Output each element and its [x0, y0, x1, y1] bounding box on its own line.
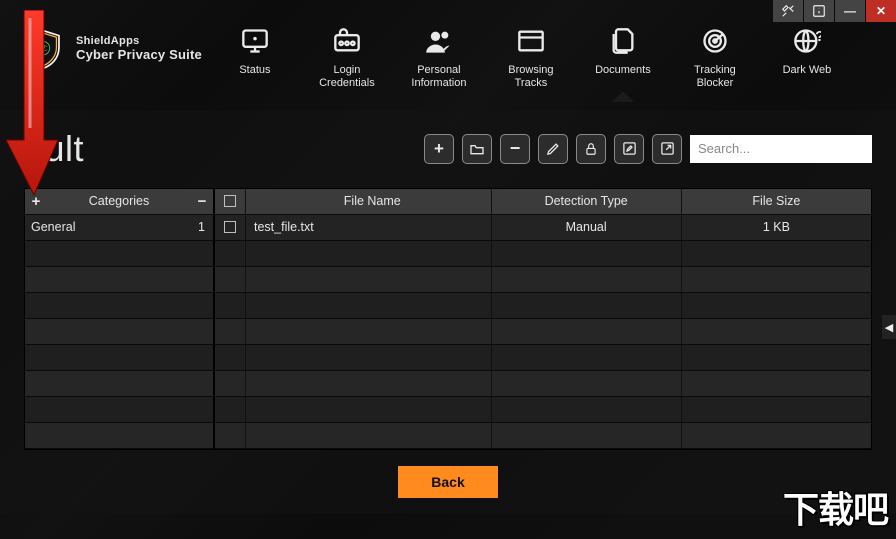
shield-logo — [22, 28, 64, 70]
export-button[interactable] — [652, 134, 682, 164]
pencil-icon — [546, 141, 561, 156]
nav-label: Browsing Tracks — [496, 64, 566, 89]
category-row-empty — [25, 345, 213, 371]
brand-name-top: ShieldApps — [76, 35, 202, 48]
category-row-empty — [25, 267, 213, 293]
detection-cell: Manual — [492, 220, 681, 234]
nav-dark-web[interactable]: ? Dark Web — [772, 24, 842, 102]
file-row-empty — [215, 345, 871, 371]
category-row[interactable]: General 1 — [25, 215, 213, 241]
nav-label: Tracking Blocker — [680, 64, 750, 89]
files-panel: File Name Detection Type File Size test_… — [215, 189, 871, 449]
nav-status[interactable]: Status — [220, 24, 290, 102]
add-button[interactable]: + — [424, 134, 454, 164]
nav-label: Personal Information — [404, 64, 474, 89]
nav-label: Documents — [588, 64, 658, 77]
chevron-left-icon: ◀ — [885, 321, 893, 334]
row-checkbox[interactable] — [224, 221, 236, 233]
lock-icon — [584, 142, 598, 156]
credentials-icon — [333, 27, 361, 55]
category-row-empty — [25, 423, 213, 449]
nav-login-credentials[interactable]: Login Credentials — [312, 24, 382, 102]
globe-question-icon: ? — [793, 27, 821, 55]
brand: ShieldApps Cyber Privacy Suite — [22, 28, 202, 70]
category-row-empty — [25, 319, 213, 345]
filename-header: File Name — [246, 194, 491, 208]
category-count: 1 — [189, 220, 213, 234]
nav-browsing-tracks[interactable]: Browsing Tracks — [496, 24, 566, 102]
file-row-empty — [215, 241, 871, 267]
category-row-empty — [25, 397, 213, 423]
documents-icon — [609, 27, 637, 55]
nav-tracking-blocker[interactable]: Tracking Blocker — [680, 24, 750, 102]
category-add-button[interactable]: + — [25, 193, 47, 210]
file-row-empty — [215, 423, 871, 449]
category-name: General — [25, 220, 189, 234]
filesize-cell: 1 KB — [682, 220, 871, 234]
watermark: 下载吧 — [783, 481, 888, 533]
edit-box-button[interactable] — [614, 134, 644, 164]
nav-label: Dark Web — [772, 64, 842, 77]
category-row-empty — [25, 241, 213, 267]
remove-button[interactable]: − — [500, 134, 530, 164]
minus-icon: − — [510, 138, 521, 159]
file-row[interactable]: test_file.txt Manual 1 KB — [215, 215, 871, 241]
external-link-icon — [660, 141, 675, 156]
nav-personal-information[interactable]: Personal Information — [404, 24, 474, 102]
toolbar: + − — [424, 134, 872, 164]
edit-box-icon — [622, 141, 637, 156]
filesize-header: File Size — [682, 194, 871, 208]
side-collapse-handle[interactable]: ◀ — [882, 315, 896, 339]
file-row-empty — [215, 267, 871, 293]
page-title: ault — [24, 128, 84, 170]
file-name-cell: test_file.txt — [246, 220, 491, 234]
folder-icon — [469, 141, 485, 157]
category-row-empty — [25, 371, 213, 397]
file-row-empty — [215, 319, 871, 345]
category-row-empty — [25, 293, 213, 319]
back-button[interactable]: Back — [398, 466, 498, 498]
category-remove-button[interactable]: − — [191, 193, 213, 210]
file-row-empty — [215, 397, 871, 423]
categories-panel: + Categories − General 1 — [25, 189, 215, 449]
browser-icon — [517, 27, 545, 55]
search-input[interactable] — [690, 135, 872, 163]
brand-name-bottom: Cyber Privacy Suite — [76, 48, 202, 63]
nav-documents[interactable]: Documents — [588, 24, 658, 102]
monitor-icon — [241, 27, 269, 55]
people-icon — [425, 27, 453, 55]
nav-label: Status — [220, 64, 290, 77]
edit-button[interactable] — [538, 134, 568, 164]
file-row-empty — [215, 293, 871, 319]
lock-button[interactable] — [576, 134, 606, 164]
file-row-empty — [215, 371, 871, 397]
radar-icon — [701, 27, 729, 55]
nav-label: Login Credentials — [312, 64, 382, 89]
open-folder-button[interactable] — [462, 134, 492, 164]
svg-text:?: ? — [815, 28, 821, 45]
plus-icon: + — [434, 139, 444, 159]
detection-header: Detection Type — [492, 194, 681, 208]
categories-header: Categories — [47, 194, 191, 208]
select-all-checkbox[interactable] — [224, 195, 236, 207]
